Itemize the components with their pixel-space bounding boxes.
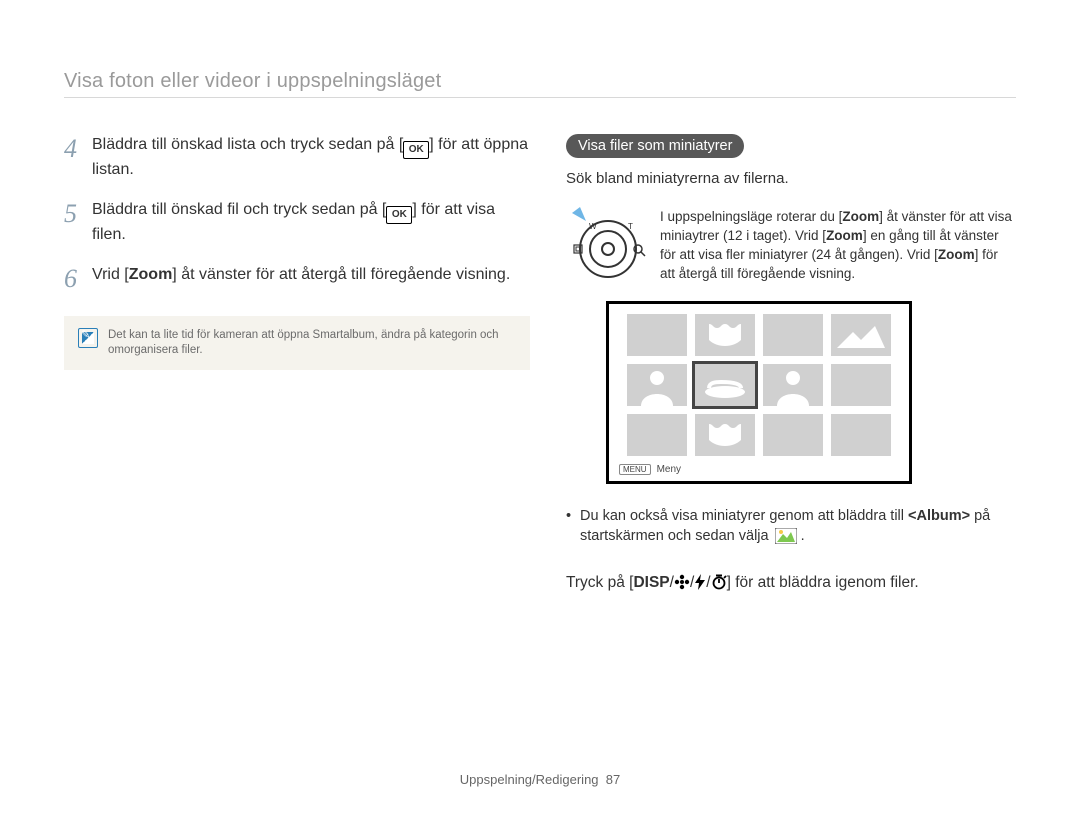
thumbnail-grid [619,314,899,456]
album-icon [775,528,797,550]
zoom-keyword: Zoom [826,228,863,243]
footer-section: Uppspelning/Redigering [460,772,599,787]
step-body: Bläddra till önskad fil och tryck sedan … [92,199,530,246]
step-text-post: ] åt vänster för att återgå till föregåe… [172,266,510,283]
columns: 4 Bläddra till önskad lista och tryck se… [64,134,1016,595]
disp-pre: Tryck på [ [566,574,633,591]
screen-footer: MENU Meny [619,464,899,475]
thumbnail [627,364,687,406]
page-footer: Uppspelning/Redigering 87 [0,772,1080,787]
step-text-pre: Bläddra till önskad fil och tryck sedan … [92,201,386,218]
step-number: 6 [64,264,92,292]
page: Visa foton eller videor i uppspelningslä… [0,0,1080,815]
step-body: Vrid [Zoom] åt vänster för att återgå ti… [92,264,510,292]
zoom-row: W T I uppspelningsläge roterar du [Zoom]… [566,207,1016,283]
thumbnail [627,414,687,456]
page-header: Visa foton eller videor i uppspelningslä… [64,70,1016,98]
thumbnail [831,414,891,456]
note-icon [78,328,98,348]
bullet-note: • Du kan också visa miniatyrer genom att… [566,506,1016,550]
flower-icon [674,574,690,595]
disp-label: DISP [633,574,669,591]
disp-post: ] för att bläddra igenom filer. [727,574,919,591]
step-body: Bläddra till önskad lista och tryck seda… [92,134,530,181]
ok-icon: OK [386,206,412,224]
column-left: 4 Bläddra till önskad lista och tryck se… [64,134,530,595]
thumbnail-selected [695,364,755,406]
album-keyword: <Album> [908,508,970,524]
screen-mockup: MENU Meny [606,301,912,484]
step-5: 5 Bläddra till önskad fil och tryck seda… [64,199,530,246]
thumbnail [695,314,755,356]
thumbnail [763,364,823,406]
step-text-pre: Bläddra till önskad lista och tryck seda… [92,136,403,153]
screen-footer-text: Meny [657,464,681,475]
bullet-pre: Du kan också visa miniatyrer genom att b… [580,508,908,524]
thumbnail [695,414,755,456]
zoom-keyword: Zoom [842,209,879,224]
thumbnail [763,314,823,356]
svg-text:T: T [628,222,633,231]
thumbnail [831,314,891,356]
step-number: 5 [64,199,92,246]
zoom-keyword: Zoom [938,247,975,262]
step-4: 4 Bläddra till önskad lista och tryck se… [64,134,530,181]
column-right: Visa filer som miniatyrer Sök bland mini… [566,134,1016,595]
svg-text:W: W [589,222,597,231]
step-6: 6 Vrid [Zoom] åt vänster för att återgå … [64,264,530,292]
zoom-keyword: Zoom [129,266,173,283]
footer-page-number: 87 [606,772,620,787]
t-p1: I uppspelningsläge roterar du [ [660,209,842,224]
step-number: 4 [64,134,92,181]
note-text: Det kan ta lite tid för kameran att öppn… [108,328,516,358]
disp-instruction: Tryck på [DISP/ / / ] för att bläddra ig… [566,574,1016,595]
zoom-dial-illustration: W T [566,207,648,283]
timer-icon [711,574,727,595]
bullet-dot: • [566,506,580,550]
thumbnail [627,314,687,356]
menu-icon: MENU [619,464,651,475]
thumbnail [831,364,891,406]
step-text-pre: Vrid [ [92,266,129,283]
zoom-instruction-text: I uppspelningsläge roterar du [Zoom] åt … [660,207,1016,283]
section-intro: Sök bland miniatyrerna av filerna. [566,168,1016,189]
section-title-pill: Visa filer som miniatyrer [566,134,744,158]
flash-icon [694,574,706,595]
note-box: Det kan ta lite tid för kameran att öppn… [64,316,530,370]
bullet-text: Du kan också visa miniatyrer genom att b… [580,506,1016,550]
ok-icon: OK [403,141,429,159]
thumbnail [763,414,823,456]
